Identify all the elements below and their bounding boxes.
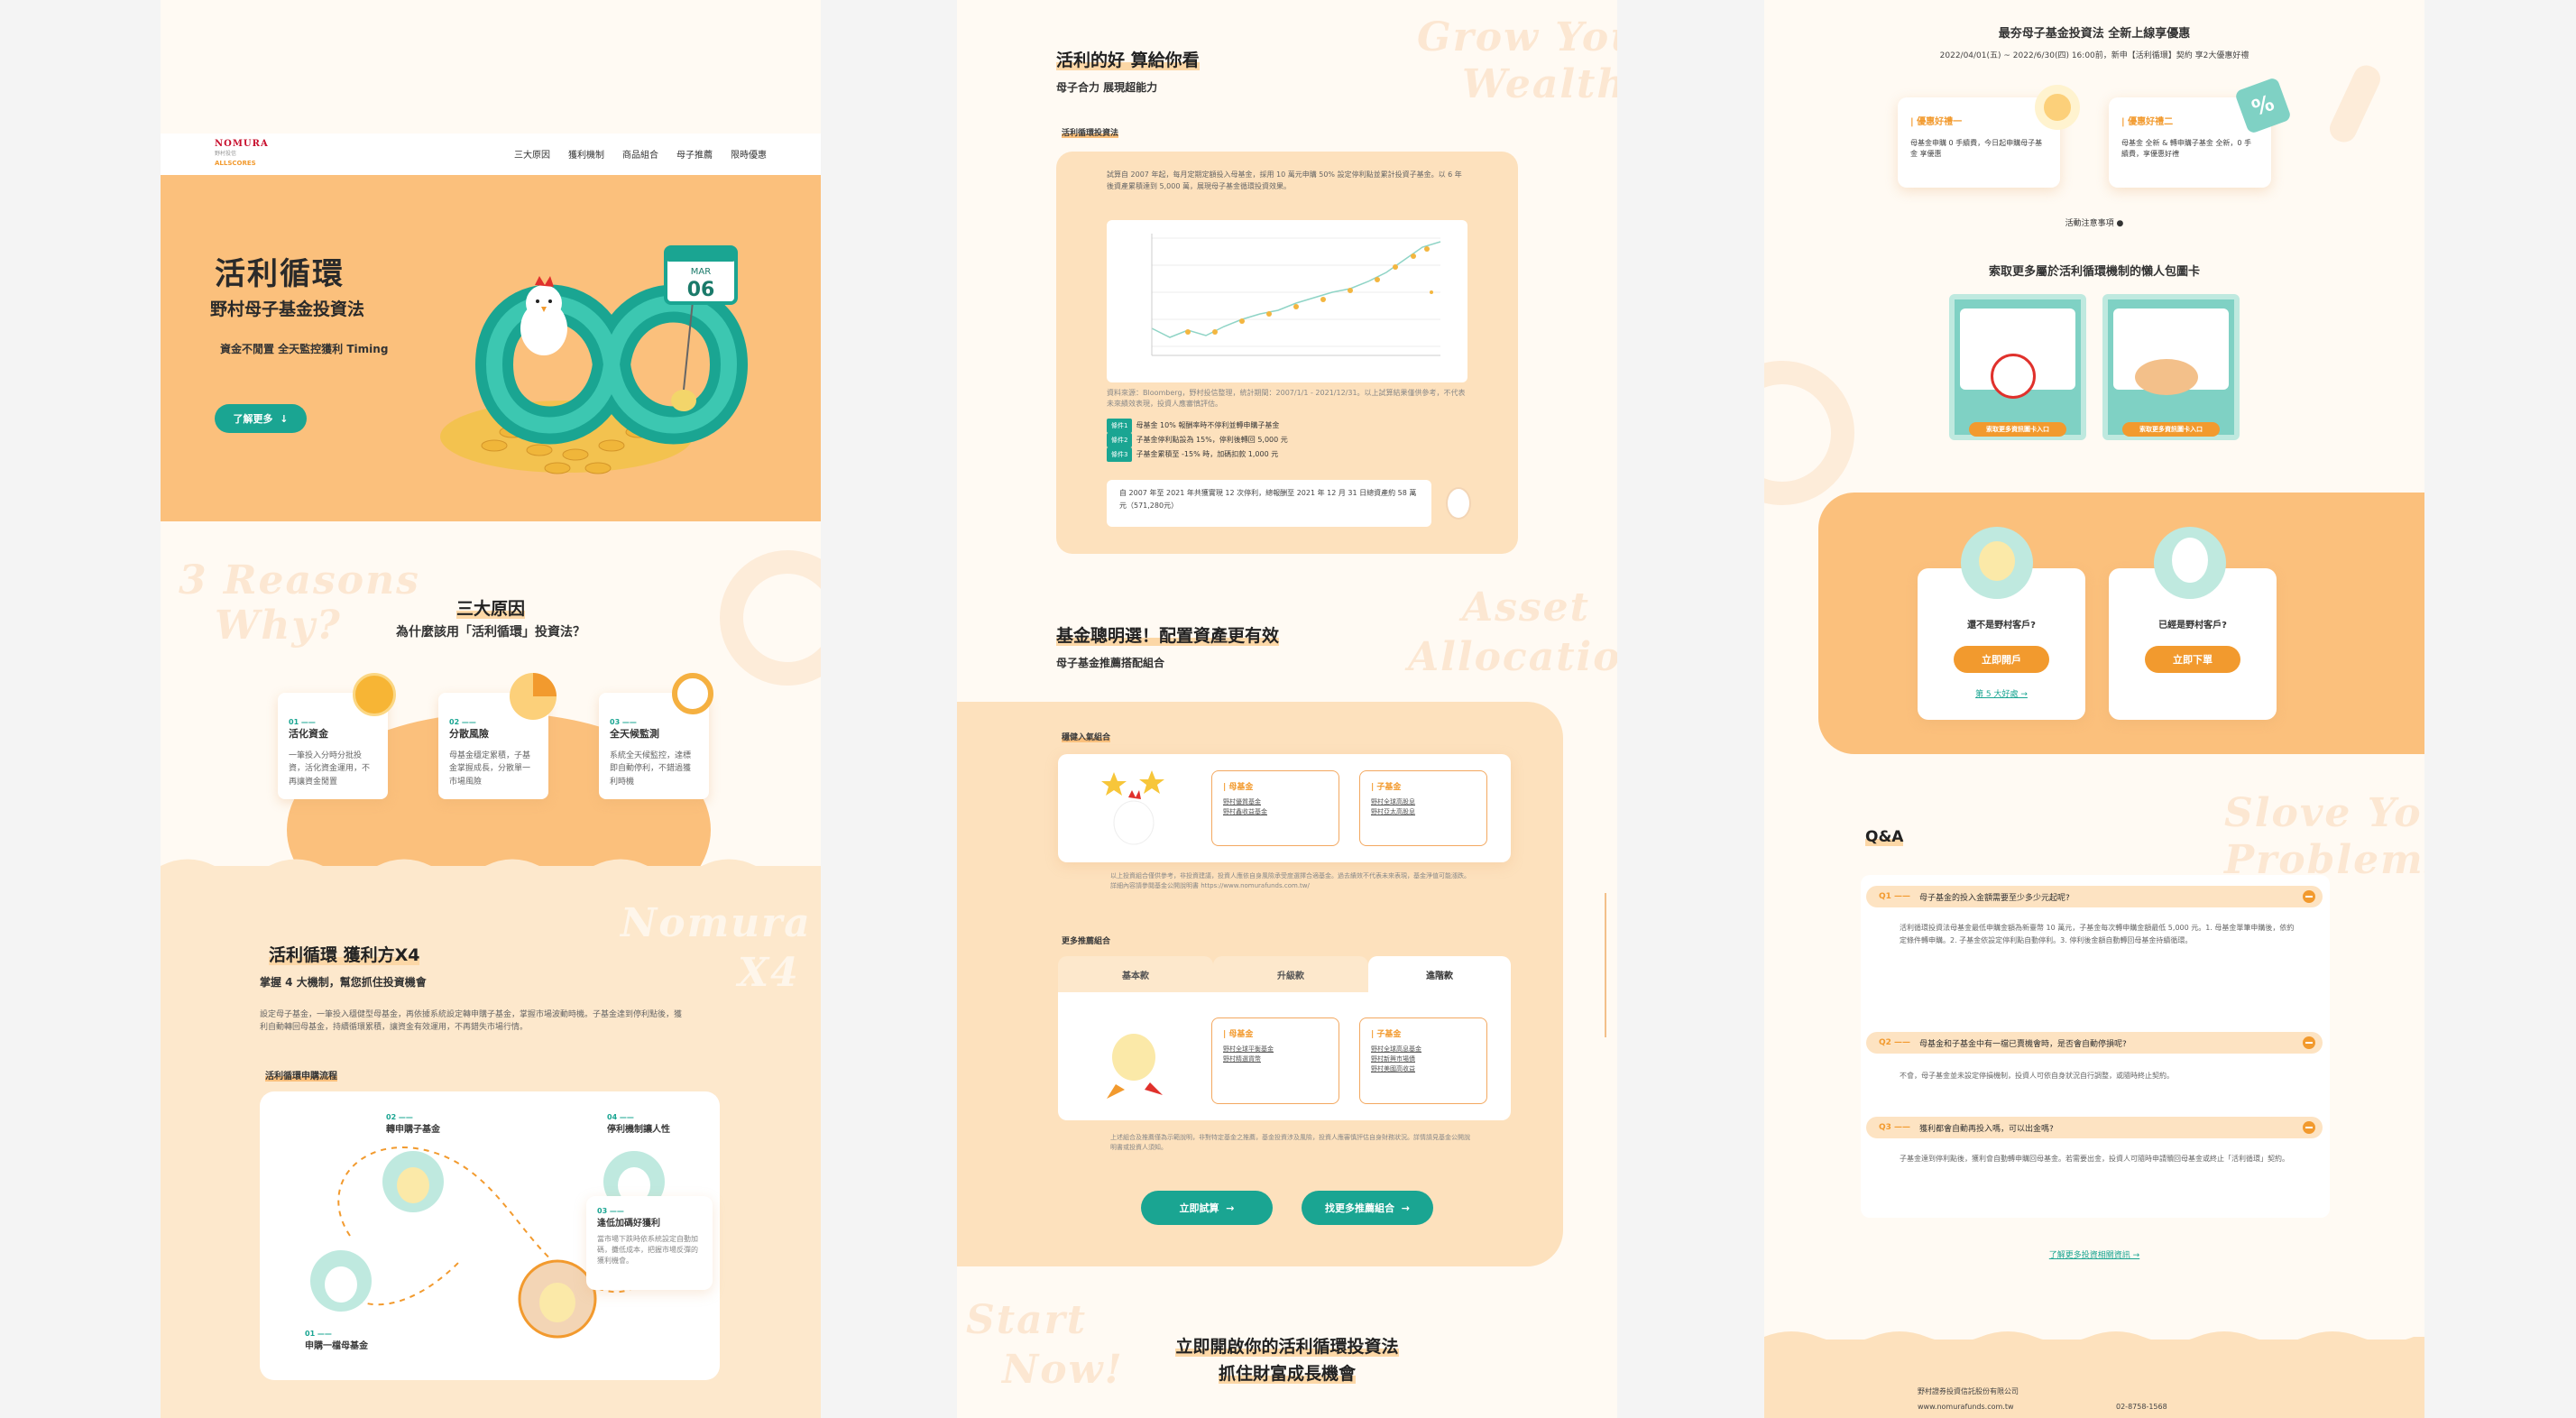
top-navigation: NOMURA 野村投信 ALLSCORES 三大原因 獲利機制 商品組合 母子推…: [161, 134, 821, 175]
tab-upgrade[interactable]: 升級款: [1213, 956, 1368, 992]
svg-text:06: 06: [687, 279, 715, 301]
landing-page-part2: Grow Your Wealth 活利的好 算給你看 母子合力 展現超能力 活利…: [957, 0, 1617, 1418]
flow-step: 02 —— 轉申購子基金: [386, 1113, 440, 1135]
canvas: NOMURA 野村投信 ALLSCORES 三大原因 獲利機制 商品組合 母子推…: [0, 0, 2576, 1418]
landing-page-part1: NOMURA 野村投信 ALLSCORES 三大原因 獲利機制 商品組合 母子推…: [161, 0, 821, 1418]
child-fund-box: | 子基金 野村全球高股息 野村亞太高股息: [1359, 770, 1487, 846]
open-account-button[interactable]: 立即開戶: [1954, 646, 2049, 673]
benefits-link[interactable]: 第 5 大好處 →: [1918, 687, 2085, 699]
flow-step: 04 —— 停利機制讓人性: [607, 1113, 670, 1135]
fund-link[interactable]: 野村美國高收益: [1371, 1064, 1476, 1074]
faq-question[interactable]: Q3 —— 獲利都會自動再投入嗎，可以出金嗎?: [1866, 1117, 2323, 1138]
info-card-thumbnail[interactable]: 索取更多資訊圖卡入口: [1949, 294, 2086, 440]
chart-legend: 條件1 母基金 10% 報酬率時不停利並轉申購子基金 條件2 子基金停利點設為 15…: [1107, 419, 1288, 462]
more-combo-card: | 母基金 野村全球平衡基金 野村精選貨幣 | 子基金 野村全球高息基金 野村新…: [1058, 992, 1511, 1120]
more-info-link[interactable]: 了解更多投資相關資訊 →: [1764, 1248, 2424, 1260]
mother-fund-box: | 母基金 野村全球平衡基金 野村精選貨幣: [1211, 1017, 1339, 1104]
faq-answer: 子基金達到停利點後，獲利會自動轉申購回母基金。若需要出金，投資人可隨時申請贖回母…: [1900, 1155, 2289, 1163]
nav-links: 三大原因 獲利機制 商品組合 母子推薦 限時優惠: [514, 147, 767, 161]
star-chick-illustration: [1101, 770, 1164, 845]
scroll-indicator[interactable]: [1605, 893, 1606, 1037]
nav-link[interactable]: 獲利機制: [568, 147, 604, 161]
fund-link[interactable]: 野村亞太高股息: [1371, 807, 1476, 817]
fund-link[interactable]: 野村全球高股息: [1371, 797, 1476, 807]
hero-tagline: 資金不閒置 全天監控獲利 Timing: [220, 343, 389, 355]
place-order-button[interactable]: 立即下單: [2145, 646, 2240, 673]
faq-answer: 活利循環投資法母基金最低申購金額為新臺幣 10 萬元，子基金每次轉申購金額最低 …: [1900, 924, 2295, 944]
coin-icon: [353, 673, 396, 716]
alloc-panel: 穩健入氣組合 | 母基金 野村優質基金 野村鑫收益基金 | 子基金 野村全球高股…: [957, 702, 1563, 1266]
nav-link[interactable]: 商品組合: [622, 147, 658, 161]
magnifier-icon: [672, 673, 713, 714]
nav-link[interactable]: 三大原因: [514, 147, 550, 161]
landing-page-part3: 最夯母子基金投資法 全新上線享優惠 2022/04/01(五) ~ 2022/6…: [1764, 0, 2424, 1418]
mechanism-title: 活利循環 獲利方X4: [269, 945, 420, 965]
fund-link[interactable]: 野村精選貨幣: [1223, 1054, 1328, 1064]
cta-title: 立即開啟你的活利循環投資法: [1175, 1337, 1399, 1357]
fund-link[interactable]: 野村全球平衡基金: [1223, 1045, 1328, 1054]
calculate-button[interactable]: 立即試算 →: [1141, 1191, 1273, 1225]
pie-chart-icon: [510, 673, 557, 720]
rocket-chick-illustration: [1107, 1034, 1163, 1099]
reasons-subtitle: 為什麼該用「活利循環」投資法？: [396, 625, 585, 640]
flow-step: 01 —— 申購一檔母基金: [305, 1330, 368, 1351]
mother-fund-box: | 母基金 野村優質基金 野村鑫收益基金: [1211, 770, 1339, 846]
fund-link[interactable]: 野村優質基金: [1223, 797, 1328, 807]
child-fund-box: | 子基金 野村全球高息基金 野村新興市場債 野村美國高收益: [1359, 1017, 1487, 1104]
footer: 野村證券投資信託股份有限公司 www.nomurafunds.com.tw 02…: [1764, 1340, 2424, 1418]
faq-question[interactable]: Q2 —— 母基金和子基金中有一檔已賣機會時，是否會自動停損呢?: [1866, 1032, 2323, 1054]
more-combos-button[interactable]: 找更多推薦組合 →: [1302, 1191, 1433, 1225]
hero-title: 活利循環: [215, 256, 345, 292]
result-summary: 自 2007 年至 2021 年共獲實現 12 次停利，總報酬至 2021 年 …: [1107, 480, 1431, 527]
chick-icon: [1446, 487, 1471, 520]
tab-basic[interactable]: 基本款: [1058, 956, 1213, 992]
coin-icon: [2035, 85, 2080, 130]
nav-link[interactable]: 限時優惠: [731, 147, 767, 161]
alloc-title: 基金聰明選！配置資產更有效: [1056, 626, 1280, 646]
promo-title: 最夯母子基金投資法 全新上線享優惠: [1998, 27, 2191, 41]
hero-subtitle: 野村母子基金投資法: [210, 299, 365, 319]
reasons-title: 三大原因: [455, 599, 525, 619]
info-card-thumbnail[interactable]: 索取更多資訊圖卡入口: [2102, 294, 2240, 440]
collapse-icon[interactable]: [2303, 890, 2315, 903]
infinity-illustration: MAR 06: [440, 245, 748, 474]
results-title: 活利的好 算給你看: [1056, 51, 1200, 70]
fund-link[interactable]: 野村新興市場債: [1371, 1054, 1476, 1064]
svg-text:MAR: MAR: [691, 267, 711, 277]
learn-more-button[interactable]: 了解更多 ↓: [215, 404, 307, 433]
fund-link[interactable]: 野村全球高息基金: [1371, 1045, 1476, 1054]
growth-chart: [1107, 220, 1467, 382]
faq-answer: 不會，母子基金並未設定停損機制，投資人可依自身狀況自行調整，或隨時終止契約。: [1900, 1072, 2174, 1080]
qa-title: Q&A: [1865, 828, 1904, 846]
flow-card: 02 —— 轉申購子基金 04 —— 停利機制讓人性 01 —— 申購一檔母基金…: [260, 1091, 720, 1380]
collapse-icon[interactable]: [2303, 1036, 2315, 1049]
faq-question[interactable]: Q1 —— 母子基金的投入金額需要至少多少元起呢?: [1866, 886, 2323, 907]
combo-tabs: 基本款 升級款 進階款: [1058, 956, 1511, 992]
case-study-panel: 試算自 2007 年起，每月定期定額投入母基金，採用 10 萬元申購 50% 設…: [1056, 152, 1518, 554]
hero-banner: 活利循環 野村母子基金投資法 資金不閒置 全天監控獲利 Timing 了解更多 …: [161, 175, 821, 521]
nomura-logo[interactable]: NOMURA 野村投信 ALLSCORES: [215, 139, 268, 171]
nav-link[interactable]: 母子推薦: [676, 147, 713, 161]
offer-notes-link[interactable]: 活動注意事項 ●: [1764, 216, 2424, 228]
popular-combo-card: | 母基金 野村優質基金 野村鑫收益基金 | 子基金 野村全球高股息 野村亞太高…: [1058, 754, 1511, 862]
tab-advanced[interactable]: 進階款: [1368, 956, 1511, 992]
fund-link[interactable]: 野村鑫收益基金: [1223, 807, 1328, 817]
collapse-icon[interactable]: [2303, 1121, 2315, 1134]
flow-step-tooltip: 03 —— 逢低加碼好獲利 當市場下跌時依系統設定自動加碼，攤低成本，把握市場反…: [586, 1196, 713, 1290]
footer-url[interactable]: www.nomurafunds.com.tw: [1918, 1403, 2014, 1411]
